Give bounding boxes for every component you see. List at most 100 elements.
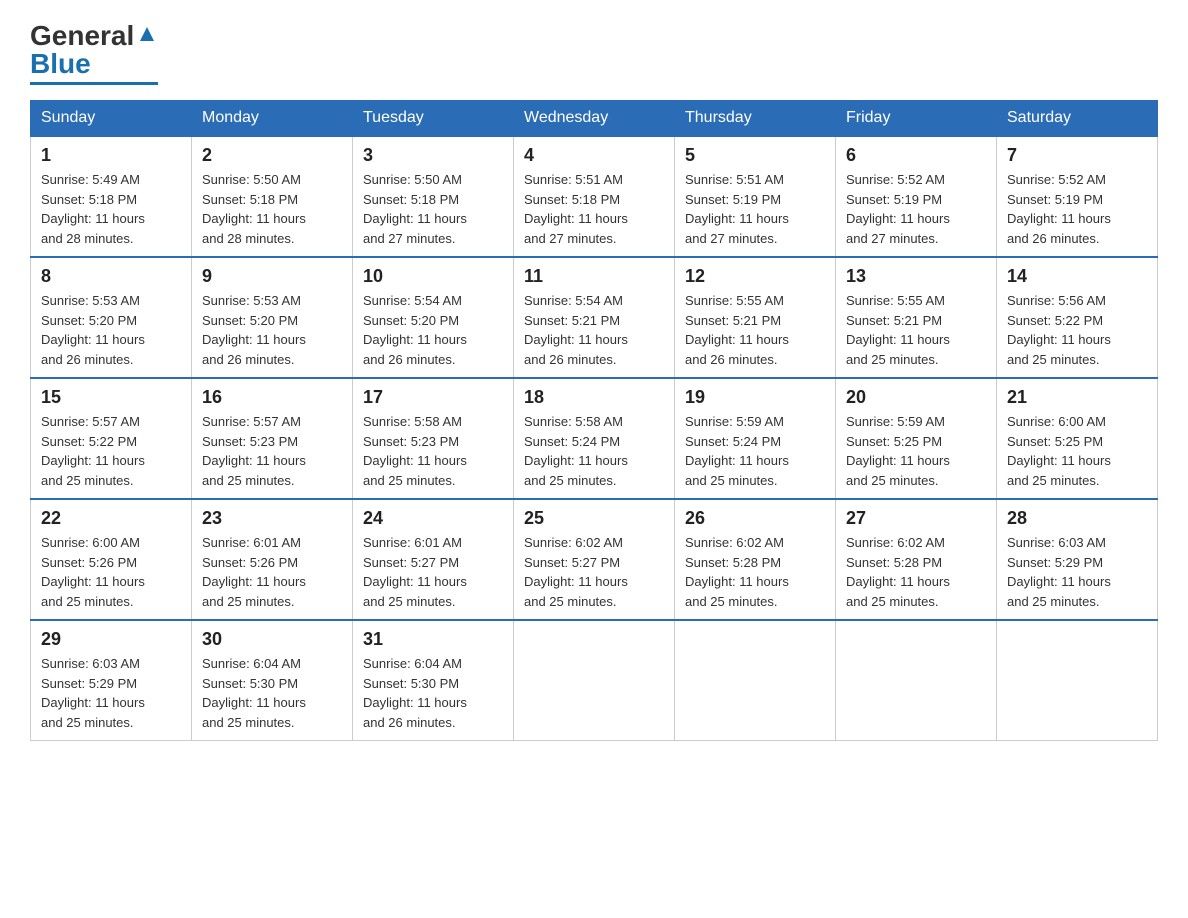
day-number: 16 — [202, 387, 342, 408]
day-cell: 9 Sunrise: 5:53 AMSunset: 5:20 PMDayligh… — [192, 257, 353, 378]
day-cell: 26 Sunrise: 6:02 AMSunset: 5:28 PMDaylig… — [675, 499, 836, 620]
header-wednesday: Wednesday — [514, 101, 675, 137]
header-thursday: Thursday — [675, 101, 836, 137]
day-number: 13 — [846, 266, 986, 287]
day-cell: 29 Sunrise: 6:03 AMSunset: 5:29 PMDaylig… — [31, 620, 192, 741]
day-number: 17 — [363, 387, 503, 408]
day-info: Sunrise: 6:00 AMSunset: 5:25 PMDaylight:… — [1007, 412, 1147, 490]
day-number: 30 — [202, 629, 342, 650]
day-info: Sunrise: 5:57 AMSunset: 5:23 PMDaylight:… — [202, 412, 342, 490]
day-number: 18 — [524, 387, 664, 408]
day-cell: 19 Sunrise: 5:59 AMSunset: 5:24 PMDaylig… — [675, 378, 836, 499]
day-cell — [675, 620, 836, 741]
day-info: Sunrise: 5:59 AMSunset: 5:25 PMDaylight:… — [846, 412, 986, 490]
day-info: Sunrise: 6:03 AMSunset: 5:29 PMDaylight:… — [41, 654, 181, 732]
day-info: Sunrise: 5:58 AMSunset: 5:23 PMDaylight:… — [363, 412, 503, 490]
day-cell: 18 Sunrise: 5:58 AMSunset: 5:24 PMDaylig… — [514, 378, 675, 499]
day-cell: 1 Sunrise: 5:49 AMSunset: 5:18 PMDayligh… — [31, 136, 192, 257]
day-cell: 22 Sunrise: 6:00 AMSunset: 5:26 PMDaylig… — [31, 499, 192, 620]
day-info: Sunrise: 5:57 AMSunset: 5:22 PMDaylight:… — [41, 412, 181, 490]
day-cell: 14 Sunrise: 5:56 AMSunset: 5:22 PMDaylig… — [997, 257, 1158, 378]
day-number: 11 — [524, 266, 664, 287]
day-number: 19 — [685, 387, 825, 408]
day-info: Sunrise: 6:02 AMSunset: 5:28 PMDaylight:… — [685, 533, 825, 611]
day-cell: 21 Sunrise: 6:00 AMSunset: 5:25 PMDaylig… — [997, 378, 1158, 499]
day-cell: 2 Sunrise: 5:50 AMSunset: 5:18 PMDayligh… — [192, 136, 353, 257]
day-number: 27 — [846, 508, 986, 529]
week-row-4: 22 Sunrise: 6:00 AMSunset: 5:26 PMDaylig… — [31, 499, 1158, 620]
day-info: Sunrise: 6:03 AMSunset: 5:29 PMDaylight:… — [1007, 533, 1147, 611]
header-friday: Friday — [836, 101, 997, 137]
day-cell — [836, 620, 997, 741]
day-info: Sunrise: 5:54 AMSunset: 5:20 PMDaylight:… — [363, 291, 503, 369]
day-info: Sunrise: 6:01 AMSunset: 5:26 PMDaylight:… — [202, 533, 342, 611]
day-cell: 6 Sunrise: 5:52 AMSunset: 5:19 PMDayligh… — [836, 136, 997, 257]
day-cell: 10 Sunrise: 5:54 AMSunset: 5:20 PMDaylig… — [353, 257, 514, 378]
day-cell: 5 Sunrise: 5:51 AMSunset: 5:19 PMDayligh… — [675, 136, 836, 257]
day-cell: 27 Sunrise: 6:02 AMSunset: 5:28 PMDaylig… — [836, 499, 997, 620]
day-info: Sunrise: 5:51 AMSunset: 5:19 PMDaylight:… — [685, 170, 825, 248]
day-info: Sunrise: 6:04 AMSunset: 5:30 PMDaylight:… — [202, 654, 342, 732]
logo-icon — [136, 23, 158, 45]
week-row-5: 29 Sunrise: 6:03 AMSunset: 5:29 PMDaylig… — [31, 620, 1158, 741]
page-header: General Blue — [30, 20, 1158, 85]
day-info: Sunrise: 6:00 AMSunset: 5:26 PMDaylight:… — [41, 533, 181, 611]
logo: General Blue — [30, 20, 158, 85]
day-cell: 25 Sunrise: 6:02 AMSunset: 5:27 PMDaylig… — [514, 499, 675, 620]
day-cell — [997, 620, 1158, 741]
day-info: Sunrise: 5:50 AMSunset: 5:18 PMDaylight:… — [363, 170, 503, 248]
day-cell: 7 Sunrise: 5:52 AMSunset: 5:19 PMDayligh… — [997, 136, 1158, 257]
day-info: Sunrise: 5:51 AMSunset: 5:18 PMDaylight:… — [524, 170, 664, 248]
day-cell: 31 Sunrise: 6:04 AMSunset: 5:30 PMDaylig… — [353, 620, 514, 741]
day-number: 1 — [41, 145, 181, 166]
day-info: Sunrise: 5:53 AMSunset: 5:20 PMDaylight:… — [202, 291, 342, 369]
week-row-3: 15 Sunrise: 5:57 AMSunset: 5:22 PMDaylig… — [31, 378, 1158, 499]
day-cell: 11 Sunrise: 5:54 AMSunset: 5:21 PMDaylig… — [514, 257, 675, 378]
day-info: Sunrise: 6:04 AMSunset: 5:30 PMDaylight:… — [363, 654, 503, 732]
day-info: Sunrise: 5:59 AMSunset: 5:24 PMDaylight:… — [685, 412, 825, 490]
logo-blue-line: Blue — [30, 48, 91, 80]
day-info: Sunrise: 5:55 AMSunset: 5:21 PMDaylight:… — [685, 291, 825, 369]
day-number: 25 — [524, 508, 664, 529]
day-number: 24 — [363, 508, 503, 529]
day-number: 5 — [685, 145, 825, 166]
header-monday: Monday — [192, 101, 353, 137]
day-cell: 23 Sunrise: 6:01 AMSunset: 5:26 PMDaylig… — [192, 499, 353, 620]
calendar-table: SundayMondayTuesdayWednesdayThursdayFrid… — [30, 100, 1158, 741]
day-cell: 8 Sunrise: 5:53 AMSunset: 5:20 PMDayligh… — [31, 257, 192, 378]
day-number: 14 — [1007, 266, 1147, 287]
day-number: 12 — [685, 266, 825, 287]
day-cell: 3 Sunrise: 5:50 AMSunset: 5:18 PMDayligh… — [353, 136, 514, 257]
day-number: 15 — [41, 387, 181, 408]
day-number: 3 — [363, 145, 503, 166]
week-row-2: 8 Sunrise: 5:53 AMSunset: 5:20 PMDayligh… — [31, 257, 1158, 378]
day-number: 31 — [363, 629, 503, 650]
header-sunday: Sunday — [31, 101, 192, 137]
day-cell: 12 Sunrise: 5:55 AMSunset: 5:21 PMDaylig… — [675, 257, 836, 378]
day-number: 7 — [1007, 145, 1147, 166]
day-info: Sunrise: 5:52 AMSunset: 5:19 PMDaylight:… — [846, 170, 986, 248]
day-info: Sunrise: 5:58 AMSunset: 5:24 PMDaylight:… — [524, 412, 664, 490]
day-cell: 20 Sunrise: 5:59 AMSunset: 5:25 PMDaylig… — [836, 378, 997, 499]
day-info: Sunrise: 5:54 AMSunset: 5:21 PMDaylight:… — [524, 291, 664, 369]
day-cell: 17 Sunrise: 5:58 AMSunset: 5:23 PMDaylig… — [353, 378, 514, 499]
day-number: 22 — [41, 508, 181, 529]
day-info: Sunrise: 6:02 AMSunset: 5:28 PMDaylight:… — [846, 533, 986, 611]
day-number: 20 — [846, 387, 986, 408]
day-number: 9 — [202, 266, 342, 287]
day-info: Sunrise: 5:55 AMSunset: 5:21 PMDaylight:… — [846, 291, 986, 369]
week-row-1: 1 Sunrise: 5:49 AMSunset: 5:18 PMDayligh… — [31, 136, 1158, 257]
day-info: Sunrise: 5:49 AMSunset: 5:18 PMDaylight:… — [41, 170, 181, 248]
logo-underline — [30, 82, 158, 85]
day-number: 21 — [1007, 387, 1147, 408]
day-number: 2 — [202, 145, 342, 166]
header-saturday: Saturday — [997, 101, 1158, 137]
day-info: Sunrise: 6:01 AMSunset: 5:27 PMDaylight:… — [363, 533, 503, 611]
day-number: 4 — [524, 145, 664, 166]
day-cell: 4 Sunrise: 5:51 AMSunset: 5:18 PMDayligh… — [514, 136, 675, 257]
day-number: 28 — [1007, 508, 1147, 529]
day-info: Sunrise: 6:02 AMSunset: 5:27 PMDaylight:… — [524, 533, 664, 611]
day-cell — [514, 620, 675, 741]
day-number: 6 — [846, 145, 986, 166]
day-cell: 30 Sunrise: 6:04 AMSunset: 5:30 PMDaylig… — [192, 620, 353, 741]
